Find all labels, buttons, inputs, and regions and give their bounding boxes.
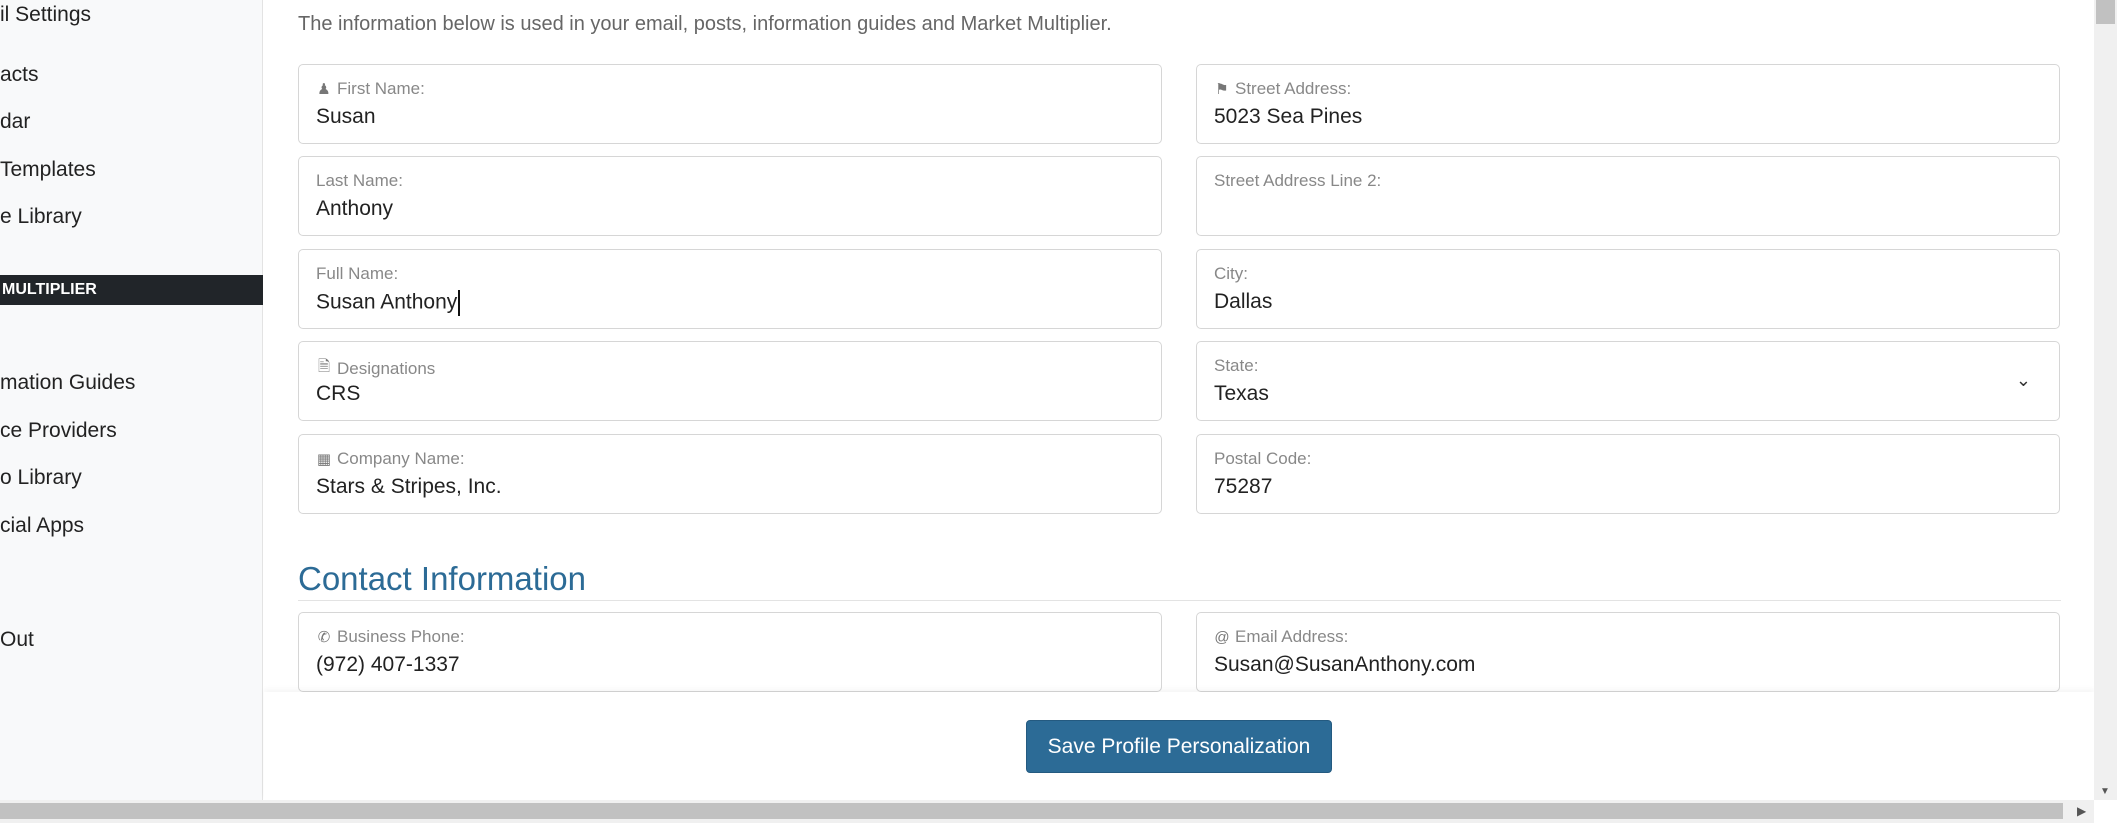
scroll-down-arrow-icon[interactable]: ▼ [2100,786,2110,797]
business-phone-value[interactable]: (972) 407-1337 [316,653,460,677]
full-name-label: Full Name: [316,264,399,283]
sidebar-item-photo-library[interactable]: o Library [0,466,82,490]
state-value[interactable]: Texas [1214,382,1269,406]
street-address-2-label: Street Address Line 2: [1214,171,1382,190]
sidebar-item-calendar[interactable]: dar [0,110,30,134]
main-content: The information below is used in your em… [264,0,2094,800]
scroll-right-arrow-icon[interactable]: ▶ [2077,804,2086,818]
label-text: First Name: [337,79,425,98]
divider [298,600,2061,601]
sidebar-item-templates[interactable]: Templates [0,158,96,182]
company-name-value[interactable]: Stars & Stripes, Inc. [316,475,502,499]
vertical-scrollbar[interactable]: ▼ [2094,0,2117,800]
full-name-field[interactable]: Full Name: Susan Anthony [298,249,1162,329]
text-cursor [458,290,461,316]
state-label: State: [1214,356,1259,375]
user-icon: ♟ [317,81,331,98]
email-address-value[interactable]: Susan@SusanAnthony.com [1214,653,1475,677]
at-icon: @ [1214,628,1230,646]
sidebar-item-library[interactable]: e Library [0,205,82,229]
sidebar-section-multiplier: MULTIPLIER [0,275,263,305]
city-value[interactable]: Dallas [1214,290,1272,314]
sidebar-item-log-out[interactable]: Out [0,628,34,652]
postal-code-value[interactable]: 75287 [1214,475,1272,499]
designations-field[interactable]: 🗎 Designations CRS [298,341,1162,421]
horizontal-scrollbar[interactable]: ▶ [0,800,2094,823]
street-address-2-field[interactable]: Street Address Line 2: [1196,156,2060,236]
id-card-icon: 🗎 [317,358,331,375]
email-address-field[interactable]: @ Email Address: Susan@SusanAnthony.com [1196,612,2060,692]
last-name-label: Last Name: [316,171,403,190]
postal-code-label: Postal Code: [1214,449,1312,468]
sidebar-item-email-settings[interactable]: il Settings [0,3,91,27]
last-name-value[interactable]: Anthony [316,197,393,221]
sidebar-item-social-apps[interactable]: cial Apps [0,514,84,538]
first-name-label: ♟ First Name: [316,79,425,99]
map-marker-icon: ⚑ [1215,81,1229,98]
company-name-label: ▦ Company Name: [316,449,465,469]
state-select[interactable]: State: Texas ⌄ [1196,341,2060,421]
city-label: City: [1214,264,1248,283]
sidebar-item-information-guides[interactable]: mation Guides [0,371,135,395]
save-profile-button[interactable]: Save Profile Personalization [1026,720,1332,773]
first-name-field[interactable]: ♟ First Name: Susan [298,64,1162,144]
email-address-label: @ Email Address: [1214,627,1348,647]
street-address-field[interactable]: ⚑ Street Address: 5023 Sea Pines [1196,64,2060,144]
contact-information-heading: Contact Information [298,560,586,597]
designations-label: 🗎 Designations [316,356,435,381]
street-address-value[interactable]: 5023 Sea Pines [1214,105,1362,129]
business-phone-label: ✆ Business Phone: [316,627,465,647]
postal-code-field[interactable]: Postal Code: 75287 [1196,434,2060,514]
label-text: Email Address: [1235,627,1349,646]
last-name-field[interactable]: Last Name: Anthony [298,156,1162,236]
sidebar: il Settings acts dar Templates e Library… [0,0,263,800]
footer-bar: Save Profile Personalization [264,692,2094,800]
first-name-value[interactable]: Susan [316,105,376,129]
city-field[interactable]: City: Dallas [1196,249,2060,329]
chevron-down-icon[interactable]: ⌄ [2016,370,2031,391]
full-name-input[interactable]: Susan Anthony [316,290,461,316]
company-name-field[interactable]: ▦ Company Name: Stars & Stripes, Inc. [298,434,1162,514]
intro-text: The information below is used in your em… [298,13,1112,35]
label-text: Business Phone: [337,627,465,646]
full-name-value: Susan Anthony [316,290,458,314]
sidebar-item-contacts[interactable]: acts [0,63,39,87]
label-text: Street Address: [1235,79,1352,98]
scrollbar-thumb[interactable] [0,803,2063,819]
building-icon: ▦ [316,451,332,468]
label-text: Designations [337,358,436,378]
sidebar-item-service-providers[interactable]: ce Providers [0,419,117,443]
street-address-label: ⚑ Street Address: [1214,79,1351,99]
scrollbar-thumb[interactable] [2096,0,2115,24]
business-phone-field[interactable]: ✆ Business Phone: (972) 407-1337 [298,612,1162,692]
designations-value[interactable]: CRS [316,382,360,406]
label-text: Company Name: [337,449,465,468]
phone-icon: ✆ [317,629,331,646]
